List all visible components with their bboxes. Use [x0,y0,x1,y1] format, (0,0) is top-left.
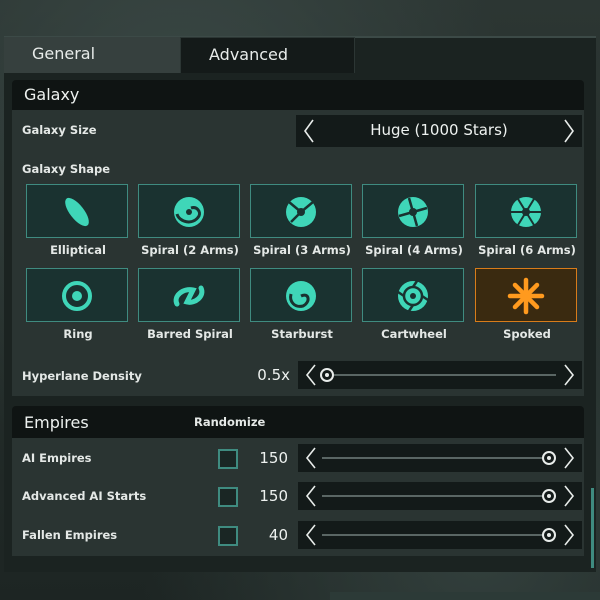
chevron-right-icon [564,364,575,386]
shape-label: Spoked [503,327,551,341]
shape-cartwheel-button[interactable] [362,268,464,322]
advanced-ai-starts-randomize-checkbox[interactable] [218,487,238,507]
randomize-header: Randomize [194,415,266,429]
advanced-ai-starts-value: 150 [259,487,288,505]
ai-empires-decrease-button[interactable] [300,444,322,472]
shape-label: Spiral (6 Arms) [478,243,576,257]
tab-bar: General Settings Advanced Settings [4,37,355,98]
slider-knob[interactable] [320,368,334,382]
spiral-6-icon [511,197,541,227]
galaxy-section-header: Galaxy [12,80,584,110]
galaxy-size-value: Huge (1000 Stars) [370,121,508,139]
spiral-3-icon [286,197,316,227]
fallen-empires-randomize-checkbox[interactable] [218,526,238,546]
spoked-icon [507,277,545,315]
ai-empires-increase-button[interactable] [558,444,580,472]
slider-track [322,534,556,536]
chevron-left-icon [305,485,316,507]
shape-spiral-2-button[interactable] [138,184,240,238]
advanced-ai-starts-increase-button[interactable] [558,482,580,510]
hyperlane-density-slider[interactable] [298,361,582,389]
shape-label: Cartwheel [381,327,447,341]
ring-icon [62,281,92,311]
ai-empires-label: AI Empires [22,451,92,465]
chevron-left-icon [305,364,316,386]
fallen-empires-decrease-button[interactable] [300,521,322,549]
shape-elliptical-button[interactable] [26,184,128,238]
empires-section-header: Empires Randomize [12,406,584,438]
hyperlane-density-label: Hyperlane Density [22,369,142,383]
advanced-ai-starts-slider[interactable] [298,482,582,510]
chevron-right-icon [564,119,574,143]
slider-knob[interactable] [542,528,556,542]
spiral-4-icon [398,197,428,227]
barred-spiral-icon [173,285,205,307]
starburst-icon [286,281,316,311]
fallen-empires-slider[interactable] [298,521,582,549]
cartwheel-icon [397,280,429,312]
scrollbar[interactable] [591,488,594,568]
shape-label: Spiral (4 Arms) [365,243,463,257]
ai-empires-slider[interactable] [298,444,582,472]
bottom-strip [330,592,600,600]
hyperlane-decrease-button[interactable] [300,361,322,389]
shape-spiral-4-button[interactable] [362,184,464,238]
spiral-2-icon [174,197,204,227]
shape-label: Spiral (2 Arms) [141,243,239,257]
shape-label: Barred Spiral [147,327,233,341]
galaxy-size-selector: Huge (1000 Stars) [296,115,582,147]
fallen-empires-increase-button[interactable] [558,521,580,549]
galaxy-size-label: Galaxy Size [22,123,97,137]
shape-label: Elliptical [50,243,106,257]
shape-label: Spiral (3 Arms) [253,243,351,257]
shape-label: Ring [63,327,93,341]
chevron-left-icon [304,119,314,143]
shape-spiral-6-button[interactable] [475,184,577,238]
hyperlane-increase-button[interactable] [558,361,580,389]
slider-track [322,374,556,376]
shape-starburst-button[interactable] [250,268,352,322]
chevron-right-icon [564,447,575,469]
shape-ring-button[interactable] [26,268,128,322]
slider-knob[interactable] [542,489,556,503]
tab-advanced-settings[interactable]: Advanced Settings [180,37,355,98]
shape-label: Starburst [271,327,333,341]
galaxy-section-title: Galaxy [24,85,80,104]
galaxy-size-prev-button[interactable] [298,115,320,147]
ai-empires-randomize-checkbox[interactable] [218,449,238,469]
elliptical-icon [65,197,89,227]
shape-barred-spiral-button[interactable] [138,268,240,322]
chevron-left-icon [305,524,316,546]
empires-section-title: Empires [24,413,89,432]
galaxy-shape-label: Galaxy Shape [22,162,111,176]
advanced-ai-starts-label: Advanced AI Starts [22,489,147,503]
shape-spoked-button[interactable] [475,268,577,322]
ai-empires-value: 150 [259,449,288,467]
chevron-right-icon [564,485,575,507]
galaxy-size-next-button[interactable] [558,115,580,147]
slider-track [322,457,556,459]
fallen-empires-label: Fallen Empires [22,528,118,542]
hyperlane-density-value: 0.5x [257,366,290,384]
slider-knob[interactable] [542,451,556,465]
advanced-ai-starts-decrease-button[interactable] [300,482,322,510]
fallen-empires-value: 40 [268,526,288,544]
tab-general-settings[interactable]: General Settings [4,37,180,97]
chevron-left-icon [305,447,316,469]
chevron-right-icon [564,524,575,546]
shape-spiral-3-button[interactable] [250,184,352,238]
slider-track [322,495,556,497]
